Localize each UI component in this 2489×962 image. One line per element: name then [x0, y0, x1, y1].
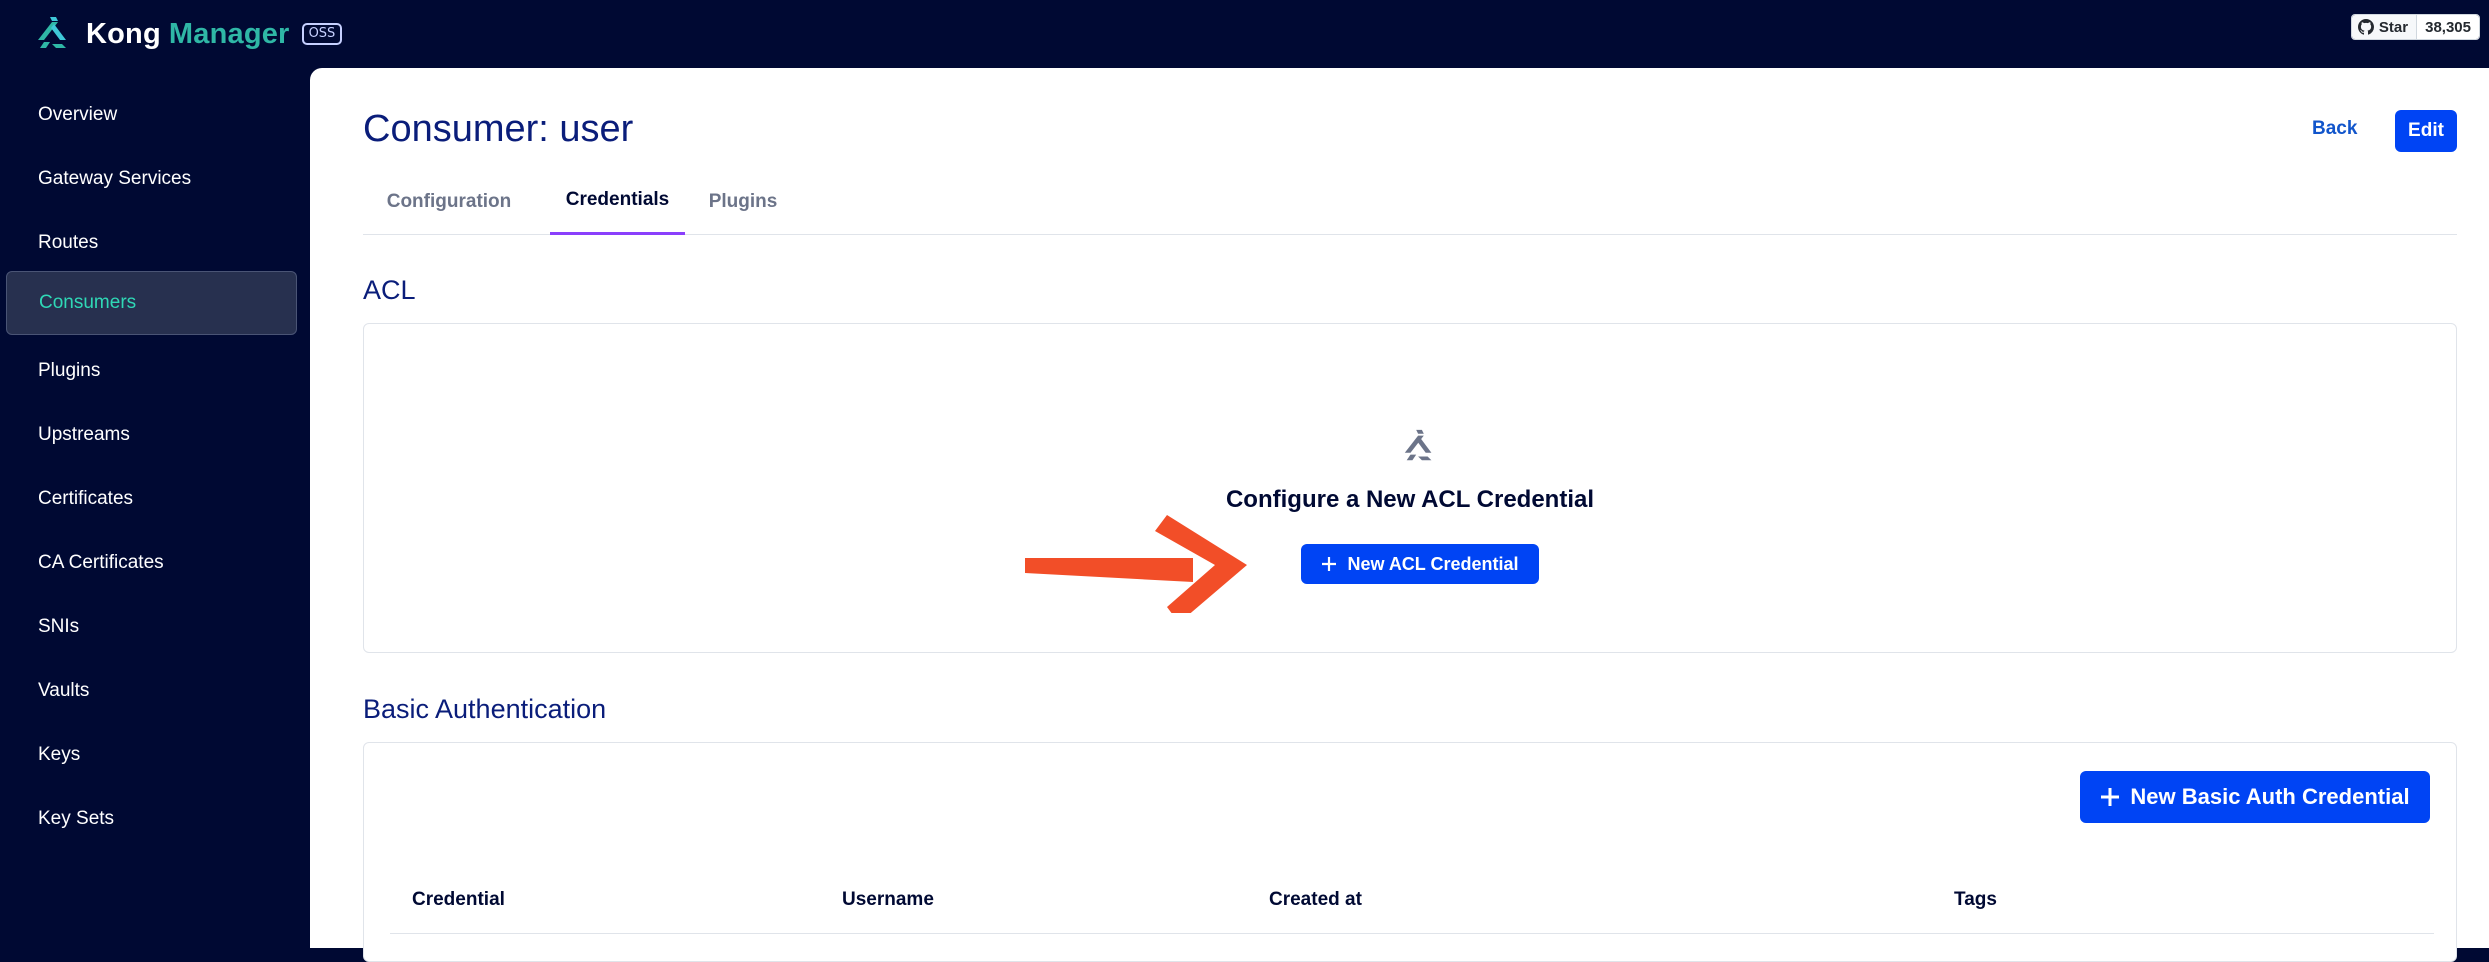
brand[interactable]: Kong Manager OSS: [32, 14, 343, 54]
github-star-widget[interactable]: Star 38,305: [2350, 14, 2480, 40]
acl-card: Configure a New ACL Credential New ACL C…: [363, 323, 2457, 653]
new-basic-auth-credential-label: New Basic Auth Credential: [2130, 784, 2410, 809]
tab-configuration[interactable]: Configuration: [363, 168, 535, 235]
new-acl-credential-button[interactable]: New ACL Credential: [1301, 544, 1539, 584]
sidebar-item-overview[interactable]: Overview: [6, 83, 297, 147]
brand-name: Kong: [86, 17, 161, 50]
github-icon: [2357, 19, 2374, 35]
table-header: Credential Username Created at Tags: [364, 871, 2456, 927]
acl-section-title: ACL: [363, 275, 416, 305]
tab-bar: Configuration Credentials Plugins: [363, 168, 2457, 235]
sidebar-item-vaults[interactable]: Vaults: [6, 659, 297, 723]
sidebar-item-certificates[interactable]: Certificates: [6, 467, 297, 531]
plus-icon: [2100, 787, 2120, 807]
oss-badge: OSS: [301, 23, 343, 45]
github-star-button[interactable]: Star: [2351, 15, 2418, 39]
basic-auth-card: New Basic Auth Credential Credential Use…: [363, 742, 2457, 962]
sidebar-item-key-sets[interactable]: Key Sets: [6, 787, 297, 851]
brand-name-suffix: Manager: [168, 17, 290, 50]
sidebar-item-upstreams[interactable]: Upstreams: [6, 403, 297, 467]
kong-empty-state-icon: [1404, 429, 1432, 461]
sidebar: Overview Gateway Services Routes Consume…: [0, 68, 310, 948]
tab-credentials[interactable]: Credentials: [550, 168, 685, 235]
github-star-label: Star: [2378, 18, 2409, 36]
sidebar-item-plugins[interactable]: Plugins: [6, 339, 297, 403]
tab-plugins[interactable]: Plugins: [698, 168, 788, 235]
annotation-arrow-icon: [1025, 515, 1247, 613]
github-star-count[interactable]: 38,305: [2417, 15, 2479, 39]
column-header-created-at[interactable]: Created at: [1269, 889, 1362, 911]
plus-icon: [1321, 556, 1337, 572]
sidebar-item-routes[interactable]: Routes: [6, 211, 297, 275]
page-title: Consumer: user: [363, 108, 634, 150]
sidebar-item-snis[interactable]: SNIs: [6, 595, 297, 659]
kong-logo-icon: [38, 17, 66, 48]
new-acl-credential-label: New ACL Credential: [1347, 553, 1519, 574]
column-header-credential[interactable]: Credential: [412, 889, 505, 911]
sidebar-item-keys[interactable]: Keys: [6, 723, 297, 787]
top-bar: Kong Manager OSS Star 38,305: [0, 0, 2489, 68]
new-basic-auth-credential-button[interactable]: New Basic Auth Credential: [2080, 771, 2430, 823]
sidebar-item-gateway-services[interactable]: Gateway Services: [6, 147, 297, 211]
table-divider: [390, 933, 2434, 934]
sidebar-item-ca-certificates[interactable]: CA Certificates: [6, 531, 297, 595]
basic-auth-section-title: Basic Authentication: [363, 694, 607, 724]
column-header-tags[interactable]: Tags: [1954, 889, 1997, 911]
acl-empty-title: Configure a New ACL Credential: [1225, 486, 1595, 513]
sidebar-item-consumers[interactable]: Consumers: [6, 271, 297, 335]
back-button[interactable]: Back: [2312, 118, 2357, 140]
main-panel: Consumer: user Back Edit Configuration C…: [310, 68, 2489, 962]
column-header-username[interactable]: Username: [842, 889, 934, 911]
edit-button[interactable]: Edit: [2395, 110, 2457, 152]
